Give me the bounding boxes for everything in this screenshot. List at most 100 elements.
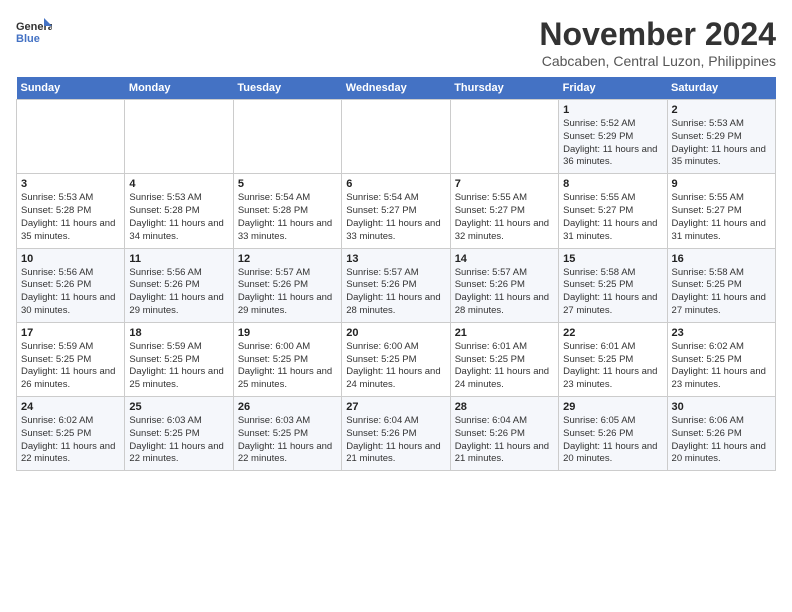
calendar-cell: 12 Sunrise: 5:57 AMSunset: 5:26 PMDayligh…: [233, 248, 341, 322]
weekday-header-row: SundayMondayTuesdayWednesdayThursdayFrid…: [17, 77, 776, 100]
page-subtitle: Cabcaben, Central Luzon, Philippines: [539, 53, 776, 69]
calendar-cell: 5 Sunrise: 5:54 AMSunset: 5:28 PMDaylight…: [233, 174, 341, 248]
calendar-cell: 28Sunrise: 6:04 AMSunset: 5:26 PMDayligh…: [450, 397, 558, 471]
day-number: 6: [346, 178, 445, 190]
page-header: General Blue November 2024 Cabcaben, Cen…: [16, 16, 776, 69]
calendar-cell: 14Sunrise: 5:57 AMSunset: 5:26 PMDayligh…: [450, 248, 558, 322]
day-info: Sunrise: 5:53 AMSunset: 5:29 PMDaylight:…: [672, 118, 771, 169]
day-number: 22: [563, 327, 662, 339]
day-info: Sunrise: 5:56 AMSunset: 5:26 PMDaylight:…: [21, 267, 120, 318]
calendar-cell: 16 Sunrise: 5:58 AMSunset: 5:25 PMDayligh…: [667, 248, 775, 322]
day-info: Sunrise: 5:58 AMSunset: 5:25 PMDaylight:…: [563, 267, 662, 318]
calendar-cell: 23Sunrise: 6:02 AMSunset: 5:25 PMDayligh…: [667, 322, 775, 396]
day-number: 19: [238, 327, 337, 339]
day-number: 8: [563, 178, 662, 190]
day-info: Sunrise: 6:01 AMSunset: 5:25 PMDaylight:…: [455, 341, 554, 392]
day-info: Sunrise: 5:53 AMSunset: 5:28 PMDaylight:…: [21, 192, 120, 243]
day-number: 2: [672, 104, 771, 116]
calendar-cell: 15 Sunrise: 5:58 AMSunset: 5:25 PMDayligh…: [559, 248, 667, 322]
calendar-cell: 9 Sunrise: 5:55 AMSunset: 5:27 PMDaylight…: [667, 174, 775, 248]
day-info: Sunrise: 6:03 AMSunset: 5:25 PMDaylight:…: [238, 415, 337, 466]
day-number: 17: [21, 327, 120, 339]
day-info: Sunrise: 5:54 AMSunset: 5:27 PMDaylight:…: [346, 192, 445, 243]
calendar-cell: [125, 100, 233, 174]
day-number: 28: [455, 401, 554, 413]
day-info: Sunrise: 5:59 AMSunset: 5:25 PMDaylight:…: [129, 341, 228, 392]
calendar-cell: 4 Sunrise: 5:53 AMSunset: 5:28 PMDaylight…: [125, 174, 233, 248]
page-title: November 2024: [539, 16, 776, 53]
weekday-header-friday: Friday: [559, 77, 667, 100]
day-number: 3: [21, 178, 120, 190]
day-info: Sunrise: 6:06 AMSunset: 5:26 PMDaylight:…: [672, 415, 771, 466]
calendar-cell: 10Sunrise: 5:56 AMSunset: 5:26 PMDayligh…: [17, 248, 125, 322]
calendar-cell: 20 Sunrise: 6:00 AMSunset: 5:25 PMDayligh…: [342, 322, 450, 396]
weekday-header-wednesday: Wednesday: [342, 77, 450, 100]
calendar-cell: [450, 100, 558, 174]
calendar-cell: 13 Sunrise: 5:57 AMSunset: 5:26 PMDayligh…: [342, 248, 450, 322]
day-number: 1: [563, 104, 662, 116]
calendar-cell: 21 Sunrise: 6:01 AMSunset: 5:25 PMDayligh…: [450, 322, 558, 396]
calendar-cell: [17, 100, 125, 174]
day-info: Sunrise: 5:57 AMSunset: 5:26 PMDaylight:…: [346, 267, 445, 318]
day-info: Sunrise: 6:04 AMSunset: 5:26 PMDaylight:…: [346, 415, 445, 466]
svg-text:Blue: Blue: [16, 33, 40, 44]
day-number: 25: [129, 401, 228, 413]
calendar-cell: 25Sunrise: 6:03 AMSunset: 5:25 PMDayligh…: [125, 397, 233, 471]
day-number: 7: [455, 178, 554, 190]
calendar-cell: 8 Sunrise: 5:55 AMSunset: 5:27 PMDaylight…: [559, 174, 667, 248]
calendar-cell: 22 Sunrise: 6:01 AMSunset: 5:25 PMDayligh…: [559, 322, 667, 396]
calendar-cell: 27Sunrise: 6:04 AMSunset: 5:26 PMDayligh…: [342, 397, 450, 471]
day-number: 4: [129, 178, 228, 190]
calendar-cell: 7Sunrise: 5:55 AMSunset: 5:27 PMDaylight…: [450, 174, 558, 248]
weekday-header-monday: Monday: [125, 77, 233, 100]
calendar-cell: 3 Sunrise: 5:53 AMSunset: 5:28 PMDaylight…: [17, 174, 125, 248]
day-info: Sunrise: 5:57 AMSunset: 5:26 PMDaylight:…: [238, 267, 337, 318]
day-info: Sunrise: 6:01 AMSunset: 5:25 PMDaylight:…: [563, 341, 662, 392]
day-info: Sunrise: 5:53 AMSunset: 5:28 PMDaylight:…: [129, 192, 228, 243]
calendar-week-4: 17 Sunrise: 5:59 AMSunset: 5:25 PMDayligh…: [17, 322, 776, 396]
day-number: 14: [455, 253, 554, 265]
calendar-cell: 11Sunrise: 5:56 AMSunset: 5:26 PMDayligh…: [125, 248, 233, 322]
day-number: 29: [563, 401, 662, 413]
day-info: Sunrise: 5:54 AMSunset: 5:28 PMDaylight:…: [238, 192, 337, 243]
day-info: Sunrise: 5:58 AMSunset: 5:25 PMDaylight:…: [672, 267, 771, 318]
day-info: Sunrise: 6:00 AMSunset: 5:25 PMDaylight:…: [346, 341, 445, 392]
day-number: 16: [672, 253, 771, 265]
calendar-week-3: 10Sunrise: 5:56 AMSunset: 5:26 PMDayligh…: [17, 248, 776, 322]
logo: General Blue: [16, 16, 52, 44]
calendar-cell: [342, 100, 450, 174]
day-number: 15: [563, 253, 662, 265]
day-number: 13: [346, 253, 445, 265]
day-info: Sunrise: 6:02 AMSunset: 5:25 PMDaylight:…: [672, 341, 771, 392]
title-block: November 2024 Cabcaben, Central Luzon, P…: [539, 16, 776, 69]
day-number: 26: [238, 401, 337, 413]
day-info: Sunrise: 5:59 AMSunset: 5:25 PMDaylight:…: [21, 341, 120, 392]
day-info: Sunrise: 5:55 AMSunset: 5:27 PMDaylight:…: [563, 192, 662, 243]
calendar-cell: 17 Sunrise: 5:59 AMSunset: 5:25 PMDayligh…: [17, 322, 125, 396]
calendar-cell: 19 Sunrise: 6:00 AMSunset: 5:25 PMDayligh…: [233, 322, 341, 396]
calendar-cell: 29Sunrise: 6:05 AMSunset: 5:26 PMDayligh…: [559, 397, 667, 471]
weekday-header-tuesday: Tuesday: [233, 77, 341, 100]
day-number: 5: [238, 178, 337, 190]
calendar-cell: 6 Sunrise: 5:54 AMSunset: 5:27 PMDaylight…: [342, 174, 450, 248]
day-number: 30: [672, 401, 771, 413]
day-number: 21: [455, 327, 554, 339]
day-number: 9: [672, 178, 771, 190]
weekday-header-thursday: Thursday: [450, 77, 558, 100]
calendar-cell: 30 Sunrise: 6:06 AMSunset: 5:26 PMDayligh…: [667, 397, 775, 471]
day-number: 18: [129, 327, 228, 339]
weekday-header-saturday: Saturday: [667, 77, 775, 100]
day-info: Sunrise: 6:00 AMSunset: 5:25 PMDaylight:…: [238, 341, 337, 392]
calendar-week-2: 3 Sunrise: 5:53 AMSunset: 5:28 PMDaylight…: [17, 174, 776, 248]
day-number: 24: [21, 401, 120, 413]
calendar-cell: 26 Sunrise: 6:03 AMSunset: 5:25 PMDayligh…: [233, 397, 341, 471]
calendar-cell: 1 Sunrise: 5:52 AMSunset: 5:29 PMDaylight…: [559, 100, 667, 174]
calendar-week-5: 24Sunrise: 6:02 AMSunset: 5:25 PMDayligh…: [17, 397, 776, 471]
calendar-table: SundayMondayTuesdayWednesdayThursdayFrid…: [16, 77, 776, 471]
day-number: 11: [129, 253, 228, 265]
day-info: Sunrise: 5:52 AMSunset: 5:29 PMDaylight:…: [563, 118, 662, 169]
day-info: Sunrise: 5:55 AMSunset: 5:27 PMDaylight:…: [672, 192, 771, 243]
day-number: 20: [346, 327, 445, 339]
day-number: 12: [238, 253, 337, 265]
calendar-week-1: 1 Sunrise: 5:52 AMSunset: 5:29 PMDaylight…: [17, 100, 776, 174]
